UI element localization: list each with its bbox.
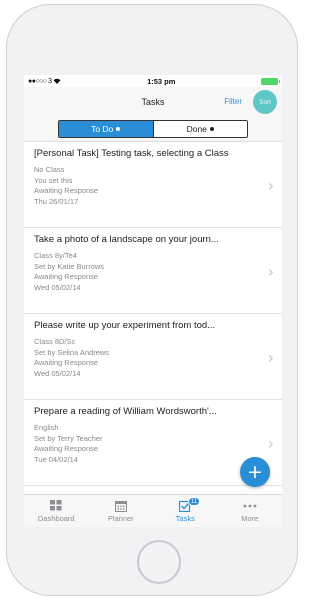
task-status: Awaiting Response — [34, 186, 99, 195]
task-title: Please write up your experiment from tod… — [34, 320, 216, 331]
wifi-icon — [53, 78, 61, 84]
tab-dashboard-label: Dashboard — [37, 514, 75, 523]
tab-tasks-label: Tasks — [175, 514, 195, 523]
tab-more[interactable]: More — [218, 495, 283, 527]
list-item[interactable]: [Personal Task] Testing task, selecting … — [24, 142, 282, 228]
sort-label: Sort — [259, 98, 271, 106]
list-item[interactable]: Take a photo of a landscape on your jour… — [24, 228, 282, 314]
task-class: Class 8y/Te4 — [34, 251, 77, 260]
segment-todo-label: To Do — [91, 124, 114, 134]
task-class: Class 8D/Sc — [34, 337, 76, 346]
task-setter: Set by Terry Teacher — [34, 433, 103, 443]
dot-icon — [209, 127, 214, 131]
status-bar: ●●○○○ 3 1:53 pm — [24, 75, 282, 87]
task-title: [Personal Task] Testing task, selecting … — [34, 148, 229, 159]
home-button[interactable] — [137, 540, 181, 584]
nav-bar: Tasks Filter Sort — [24, 87, 282, 117]
task-status: Awaiting Response — [34, 444, 99, 453]
task-date: Wed 05/02/14 — [34, 368, 81, 378]
task-title: Prepare a reading of William Wordsworth'… — [34, 406, 217, 417]
page-title: Tasks — [141, 97, 165, 107]
tab-bar: Dashboard Planner 11 Tasks More — [24, 494, 282, 527]
task-setter: You set this — [34, 175, 73, 185]
task-class: English — [34, 423, 59, 432]
task-status: Awaiting Response — [34, 358, 99, 367]
dashboard-icon — [50, 499, 62, 512]
more-icon — [243, 499, 257, 512]
task-date: Wed 05/02/14 — [34, 282, 81, 292]
add-task-button[interactable]: + — [240, 457, 270, 487]
tasks-badge: 11 — [188, 497, 201, 506]
chevron-right-icon: › — [267, 434, 274, 453]
task-list: [Personal Task] Testing task, selecting … — [24, 142, 282, 486]
dot-icon — [116, 127, 121, 131]
tab-dashboard[interactable]: Dashboard — [24, 495, 89, 527]
plus-icon: + — [247, 461, 263, 483]
task-date: Thu 26/01/17 — [34, 196, 79, 206]
segment-done[interactable]: Done — [152, 121, 247, 137]
chevron-right-icon: › — [267, 176, 274, 195]
calendar-icon — [114, 499, 127, 512]
task-status: Awaiting Response — [34, 272, 99, 281]
segment-bar: To Do Done — [24, 117, 282, 142]
app-screen: ●●○○○ 3 1:53 pm Tasks Filter Sort To Do … — [24, 75, 282, 527]
filter-button[interactable]: Filter — [224, 97, 242, 106]
segment-todo[interactable]: To Do — [59, 121, 153, 137]
tab-planner[interactable]: Planner — [89, 495, 154, 527]
chevron-right-icon: › — [267, 348, 274, 367]
sort-button[interactable]: Sort — [253, 90, 277, 114]
task-class: No Class — [34, 165, 65, 174]
carrier-label: ●●○○○ 3 — [28, 77, 52, 85]
status-time: 1:53 pm — [147, 76, 176, 86]
task-setter: Set by Katie Burrows — [34, 261, 105, 271]
tab-planner-label: Planner — [107, 514, 134, 523]
task-setter: Set by Selina Andrews — [34, 347, 110, 357]
list-item[interactable]: Please write up your experiment from tod… — [24, 314, 282, 400]
task-date: Tue 04/02/14 — [34, 454, 78, 464]
task-title: Take a photo of a landscape on your jour… — [34, 234, 219, 245]
tab-more-label: More — [241, 514, 259, 523]
carrier-signal: ●●○○○ 3 — [28, 78, 61, 85]
chevron-right-icon: › — [267, 262, 274, 281]
segmented-control: To Do Done — [58, 120, 248, 138]
tab-tasks[interactable]: 11 Tasks — [153, 495, 218, 527]
segment-done-label: Done — [186, 124, 207, 134]
battery-icon — [261, 77, 280, 85]
